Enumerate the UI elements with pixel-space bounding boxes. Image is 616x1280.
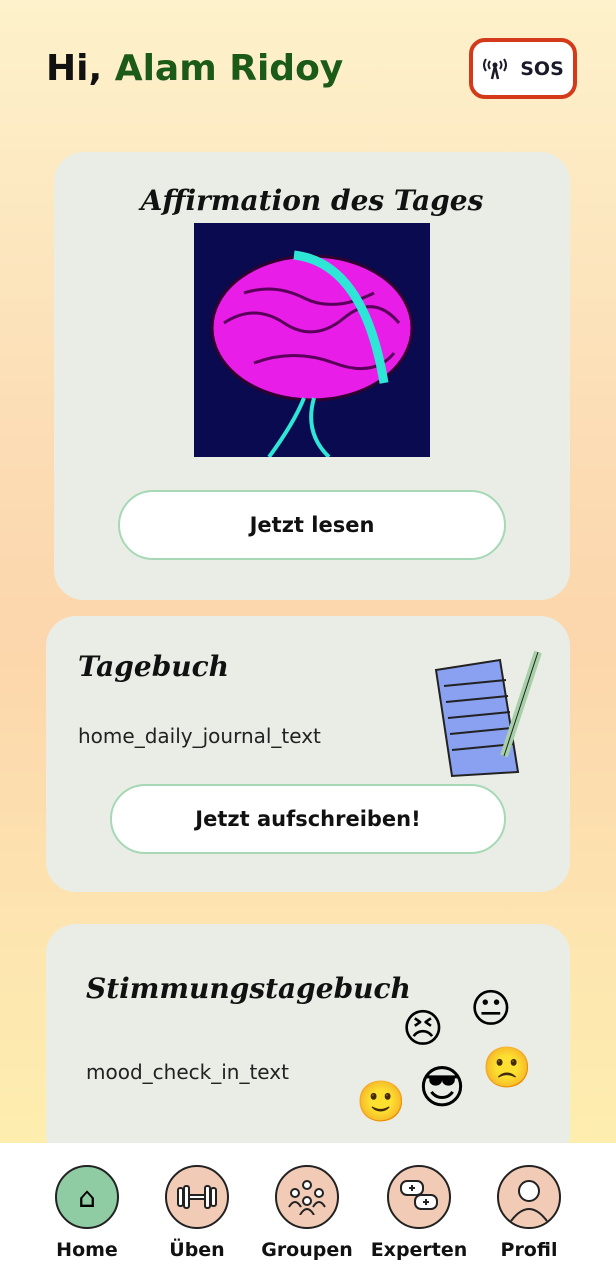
affirmation-card: Affirmation des Tages Jetzt lesen [54, 152, 570, 600]
tired-emoji-icon[interactable]: 😣 [402, 1006, 444, 1052]
nav-profile[interactable]: Profil [474, 1165, 584, 1261]
nav-groups[interactable]: Groupen [252, 1165, 362, 1261]
nav-home[interactable]: ⌂ Home [32, 1165, 142, 1261]
nav-label: Profil [500, 1239, 558, 1261]
read-now-button[interactable]: Jetzt lesen [118, 490, 506, 560]
nav-label: Experten [370, 1239, 468, 1261]
nav-practice[interactable]: Üben [142, 1165, 252, 1261]
affirmation-title: Affirmation des Tages [140, 184, 484, 217]
nav-label: Home [56, 1239, 118, 1261]
user-name: Alam Ridoy [114, 48, 344, 89]
write-now-button[interactable]: Jetzt aufschreiben! [110, 784, 506, 854]
greeting: Hi, Alam Ridoy [46, 48, 343, 89]
nav-experts[interactable]: Experten [364, 1165, 474, 1261]
journal-text: home_daily_journal_text [78, 724, 321, 748]
chat-icon [387, 1165, 451, 1229]
mood-title: Stimmungstagebuch [86, 972, 411, 1005]
cool-emoji-icon[interactable]: 😎 [418, 1060, 466, 1114]
journal-title: Tagebuch [78, 650, 230, 683]
sad-emoji-icon[interactable]: 🙁 [482, 1044, 532, 1091]
group-icon [275, 1165, 339, 1229]
mood-card: Stimmungstagebuch mood_check_in_text 😣 😐… [46, 924, 570, 1164]
notepad-pencil-icon [434, 650, 542, 778]
sos-label: SOS [520, 57, 564, 80]
house-icon: ⌂ [55, 1165, 119, 1229]
neutral-emoji-icon[interactable]: 😐 [470, 986, 512, 1032]
brain-image [194, 223, 430, 457]
nav-label: Üben [169, 1239, 225, 1261]
sos-button[interactable]: SOS [469, 38, 577, 99]
nav-label: Groupen [261, 1239, 353, 1261]
bottom-navigation: ⌂ Home Üben Groupen Experten Profil [0, 1143, 616, 1280]
greeting-prefix: Hi, [46, 48, 103, 89]
dumbbell-icon [165, 1165, 229, 1229]
smile-emoji-icon[interactable]: 🙂 [356, 1078, 406, 1125]
journal-card: Tagebuch home_daily_journal_text Jetzt a… [46, 616, 570, 892]
person-icon [497, 1165, 561, 1229]
antenna-icon [483, 57, 508, 79]
mood-text: mood_check_in_text [86, 1060, 289, 1084]
